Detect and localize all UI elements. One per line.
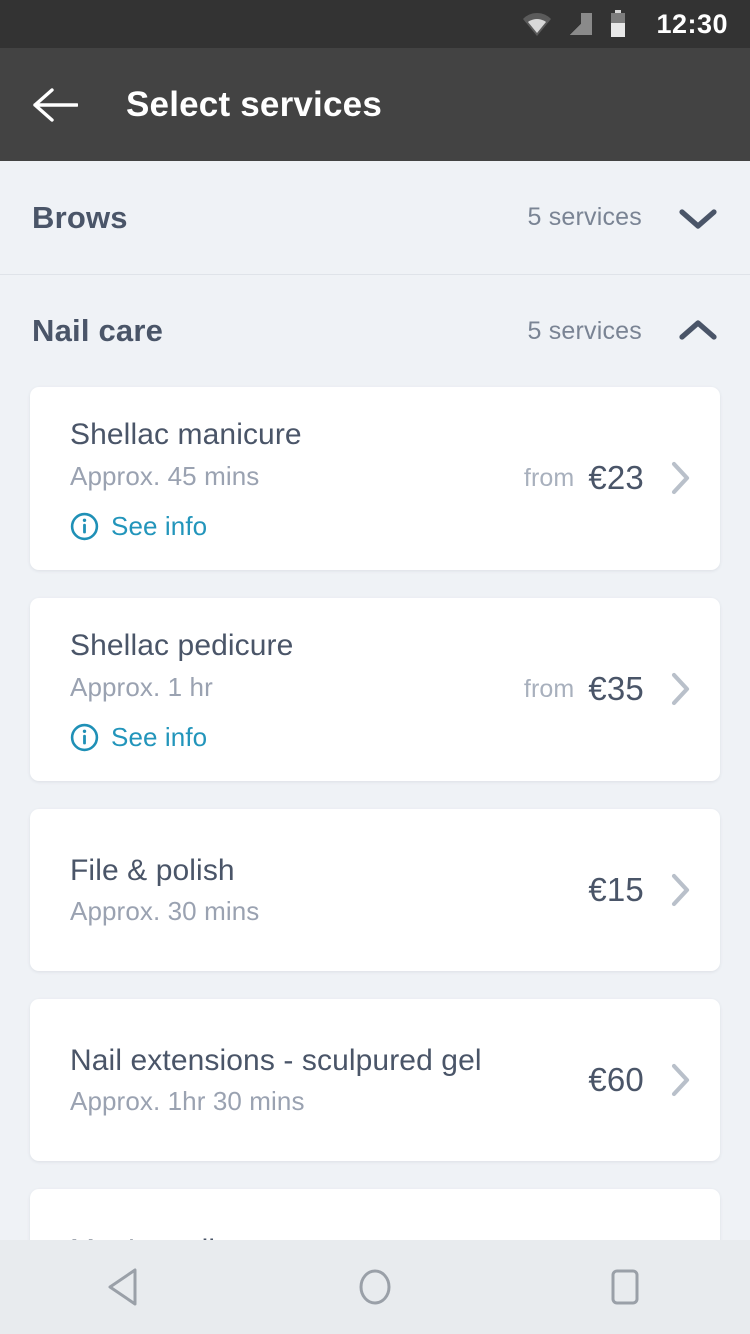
chevron-right-icon[interactable] xyxy=(644,871,694,909)
status-bar-icons: 12:30 xyxy=(522,9,728,40)
service-price: €23 xyxy=(588,459,644,497)
service-name: Shellac pedicure xyxy=(70,628,294,662)
service-duration: Approx. 45 mins xyxy=(70,460,260,491)
service-duration: Approx. 1 hr xyxy=(70,671,213,702)
service-info: File & polish Approx. 30 mins xyxy=(30,851,578,929)
service-price: €35 xyxy=(588,670,644,708)
app-bar: Select services xyxy=(0,48,750,161)
nav-back-button[interactable] xyxy=(65,1240,185,1334)
service-info: Shellac pedicure Approx. 1 hr See info xyxy=(30,626,514,753)
service-price-area: from €23 xyxy=(514,459,720,497)
category-name: Nail care xyxy=(32,313,164,348)
status-bar: 12:30 xyxy=(0,0,750,48)
nav-recents-button[interactable] xyxy=(565,1240,685,1334)
category-header-brows[interactable]: Brows 5 services xyxy=(0,161,750,274)
see-info-label: See info xyxy=(111,510,208,541)
category-meta: 5 services xyxy=(527,203,720,233)
category-header-nail-care[interactable]: Nail care 5 services xyxy=(0,274,750,387)
back-button[interactable] xyxy=(0,85,78,125)
price-from-label: from xyxy=(523,463,575,492)
service-card[interactable]: Nail extensions - sculpured gel Approx. … xyxy=(30,998,720,1161)
chevron-up-icon[interactable] xyxy=(642,316,720,346)
service-name: Nail extensions - sculpured gel xyxy=(70,1043,482,1077)
service-price-area: €60 xyxy=(578,1061,720,1099)
service-duration: Approx. 1hr 30 mins xyxy=(70,1086,305,1117)
service-price-area: from €35 xyxy=(514,670,720,708)
service-list-scroll[interactable]: Brows 5 services Nail care 5 services Sh… xyxy=(0,161,750,1240)
service-info: Nail extensions - sculpured gel Approx. … xyxy=(30,1041,578,1119)
wifi-icon xyxy=(522,11,552,37)
category-meta: 5 services xyxy=(527,316,720,346)
see-info-link[interactable]: See info xyxy=(70,722,514,753)
status-bar-clock: 12:30 xyxy=(656,8,728,39)
chevron-down-icon[interactable] xyxy=(642,203,720,233)
square-recents-icon xyxy=(606,1266,644,1308)
service-name: File & polish xyxy=(70,853,235,887)
service-name: Shellac manicure xyxy=(70,418,302,451)
chevron-right-icon[interactable] xyxy=(644,670,694,708)
service-info: Men's pedicure Approx. 50 mins xyxy=(30,1231,578,1240)
battery-icon xyxy=(610,10,626,38)
phone-screen: 12:30 Select services Brows 5 services N… xyxy=(0,0,750,1334)
service-cards: Shellac manicure Approx. 45 mins See inf… xyxy=(0,387,750,1240)
category-name: Brows xyxy=(32,199,128,235)
see-info-label: See info xyxy=(111,721,208,752)
chevron-right-icon[interactable] xyxy=(644,459,694,497)
service-price: €15 xyxy=(588,870,644,908)
category-service-count: 5 services xyxy=(527,203,642,231)
service-price-area: €15 xyxy=(578,871,720,909)
service-info: Shellac manicure Approx. 45 mins See inf… xyxy=(30,415,514,542)
service-card[interactable]: File & polish Approx. 30 mins €15 xyxy=(30,808,720,971)
android-nav-bar xyxy=(0,1240,750,1334)
info-circle-icon xyxy=(70,512,99,541)
chevron-right-icon[interactable] xyxy=(644,1061,694,1099)
info-circle-icon xyxy=(70,723,99,752)
nav-home-button[interactable] xyxy=(315,1240,435,1334)
page-title: Select services xyxy=(126,84,382,124)
category-service-count: 5 services xyxy=(527,316,642,345)
service-price: €60 xyxy=(588,1060,644,1098)
service-duration: Approx. 30 mins xyxy=(70,896,260,927)
price-from-label: from xyxy=(523,674,575,703)
service-card[interactable]: Men's pedicure Approx. 50 mins €50 xyxy=(30,1188,720,1240)
circle-home-icon xyxy=(354,1265,396,1309)
signal-icon xyxy=(568,11,594,37)
see-info-link[interactable]: See info xyxy=(70,511,514,542)
service-card[interactable]: Shellac manicure Approx. 45 mins See inf… xyxy=(30,387,720,570)
service-name: Men's pedicure xyxy=(70,1231,578,1240)
triangle-back-icon xyxy=(105,1266,145,1308)
service-card[interactable]: Shellac pedicure Approx. 1 hr See info f… xyxy=(30,597,720,781)
